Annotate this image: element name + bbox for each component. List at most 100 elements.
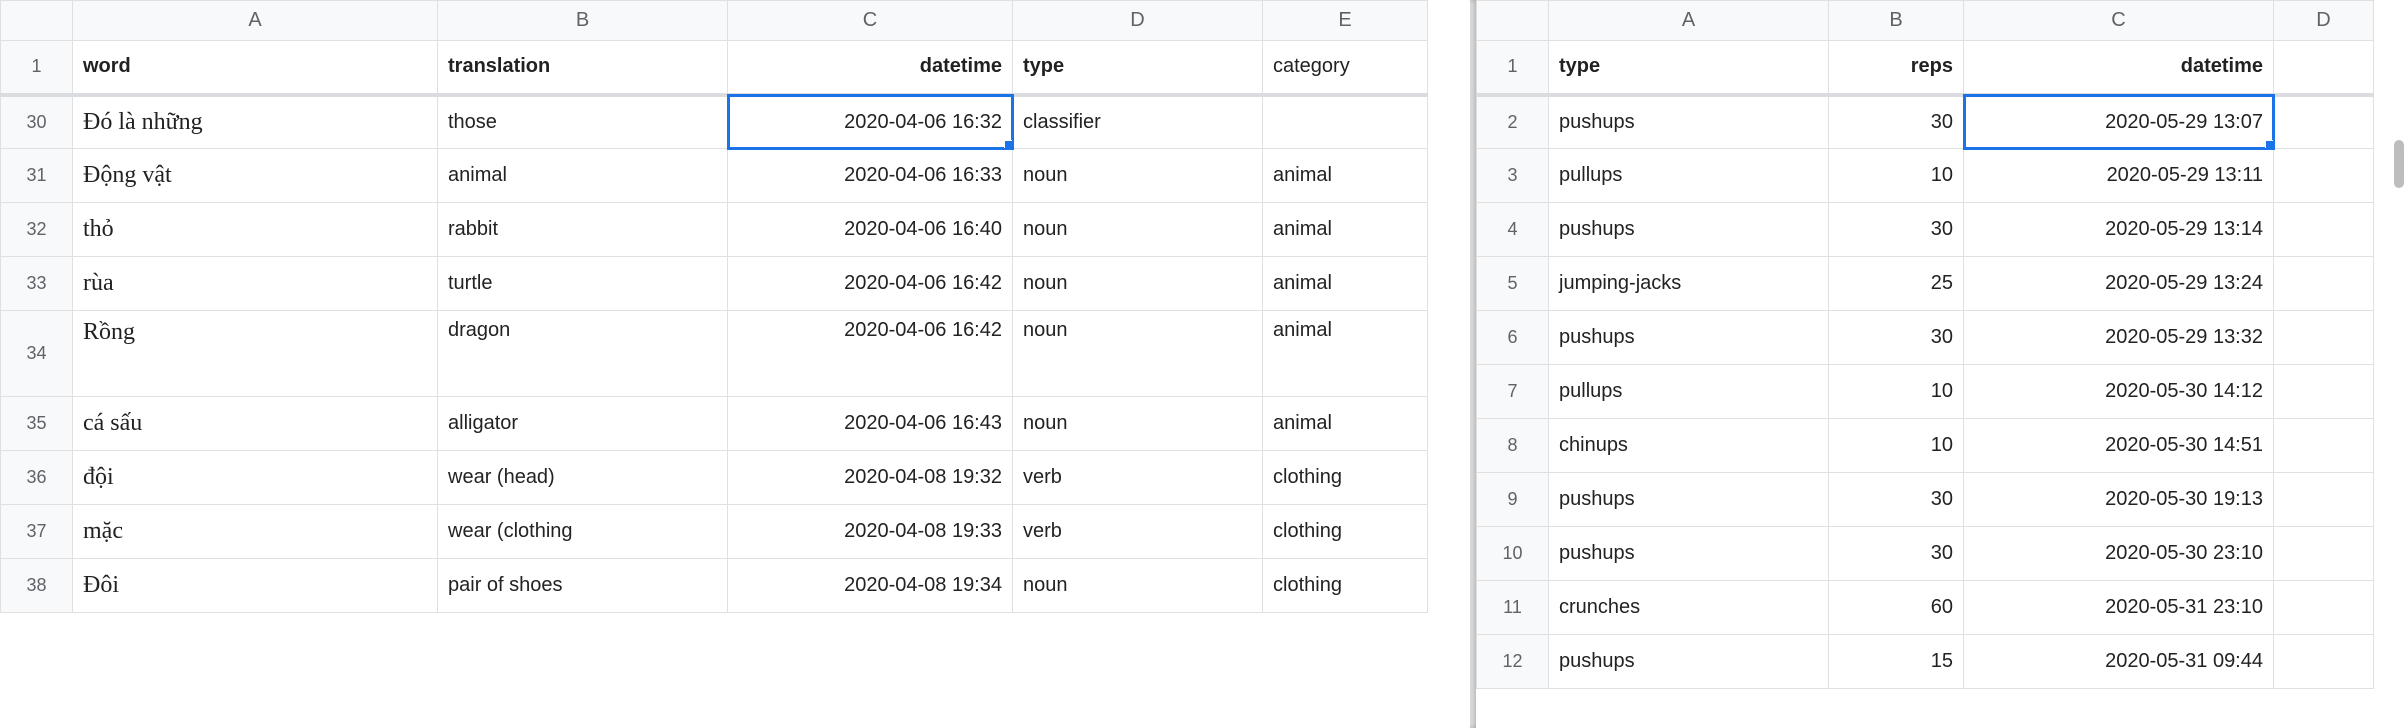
cell-A7[interactable]: pullups [1549, 365, 1829, 419]
cell-A31[interactable]: Động vật [73, 149, 438, 203]
col-header-A[interactable]: A [1549, 1, 1829, 41]
cell-C5[interactable]: 2020-05-29 13:24 [1964, 257, 2274, 311]
cell-A1[interactable]: word [73, 41, 438, 95]
cell-B30[interactable]: those [438, 95, 728, 149]
cell-C32[interactable]: 2020-04-06 16:40 [728, 203, 1013, 257]
cell-C37[interactable]: 2020-04-08 19:33 [728, 505, 1013, 559]
cell-D4[interactable] [2274, 203, 2374, 257]
cell-C9[interactable]: 2020-05-30 19:13 [1964, 473, 2274, 527]
row-header-37[interactable]: 37 [1, 505, 73, 559]
row-header-1[interactable]: 1 [1, 41, 73, 95]
cell-D1[interactable]: type [1013, 41, 1263, 95]
cell-C2[interactable]: 2020-05-29 13:07 [1964, 95, 2274, 149]
cell-E37[interactable]: clothing [1263, 505, 1428, 559]
cell-C31[interactable]: 2020-04-06 16:33 [728, 149, 1013, 203]
cell-B10[interactable]: 30 [1829, 527, 1964, 581]
row-header-35[interactable]: 35 [1, 397, 73, 451]
grid-left[interactable]: A B C D E 1 word translation datetime ty… [0, 0, 1428, 613]
cell-D32[interactable]: noun [1013, 203, 1263, 257]
cell-B7[interactable]: 10 [1829, 365, 1964, 419]
cell-D8[interactable] [2274, 419, 2374, 473]
cell-B8[interactable]: 10 [1829, 419, 1964, 473]
cell-D31[interactable]: noun [1013, 149, 1263, 203]
col-header-C[interactable]: C [728, 1, 1013, 41]
row-header-10[interactable]: 10 [1477, 527, 1549, 581]
col-header-B[interactable]: B [438, 1, 728, 41]
cell-A1[interactable]: type [1549, 41, 1829, 95]
cell-C1[interactable]: datetime [728, 41, 1013, 95]
cell-D6[interactable] [2274, 311, 2374, 365]
col-header-E[interactable]: E [1263, 1, 1428, 41]
cell-A10[interactable]: pushups [1549, 527, 1829, 581]
cell-A30[interactable]: Đó là những [73, 95, 438, 149]
cell-B12[interactable]: 15 [1829, 635, 1964, 689]
cell-D34[interactable]: noun [1013, 311, 1263, 397]
cell-C36[interactable]: 2020-04-08 19:32 [728, 451, 1013, 505]
cell-A34[interactable]: Rồng [73, 311, 438, 397]
cell-E35[interactable]: animal [1263, 397, 1428, 451]
cell-D3[interactable] [2274, 149, 2374, 203]
cell-B38[interactable]: pair of shoes [438, 559, 728, 613]
cell-B9[interactable]: 30 [1829, 473, 1964, 527]
cell-C33[interactable]: 2020-04-06 16:42 [728, 257, 1013, 311]
cell-A32[interactable]: thỏ [73, 203, 438, 257]
cell-C38[interactable]: 2020-04-08 19:34 [728, 559, 1013, 613]
cell-E31[interactable]: animal [1263, 149, 1428, 203]
cell-D9[interactable] [2274, 473, 2374, 527]
cell-C10[interactable]: 2020-05-30 23:10 [1964, 527, 2274, 581]
cell-D30[interactable]: classifier [1013, 95, 1263, 149]
row-header-8[interactable]: 8 [1477, 419, 1549, 473]
row-header-6[interactable]: 6 [1477, 311, 1549, 365]
row-header-5[interactable]: 5 [1477, 257, 1549, 311]
cell-B33[interactable]: turtle [438, 257, 728, 311]
row-header-7[interactable]: 7 [1477, 365, 1549, 419]
cell-A3[interactable]: pullups [1549, 149, 1829, 203]
cell-E30[interactable] [1263, 95, 1428, 149]
cell-E32[interactable]: animal [1263, 203, 1428, 257]
select-all-corner[interactable] [1, 1, 73, 41]
cell-B3[interactable]: 10 [1829, 149, 1964, 203]
cell-A38[interactable]: Đôi [73, 559, 438, 613]
cell-A36[interactable]: đội [73, 451, 438, 505]
cell-A2[interactable]: pushups [1549, 95, 1829, 149]
cell-A12[interactable]: pushups [1549, 635, 1829, 689]
row-header-12[interactable]: 12 [1477, 635, 1549, 689]
col-header-C[interactable]: C [1964, 1, 2274, 41]
grid-right[interactable]: A B C D 1 type reps datetime 2pushups302… [1476, 0, 2374, 689]
cell-D38[interactable]: noun [1013, 559, 1263, 613]
row-header-32[interactable]: 32 [1, 203, 73, 257]
row-header-2[interactable]: 2 [1477, 95, 1549, 149]
cell-B35[interactable]: alligator [438, 397, 728, 451]
cell-B36[interactable]: wear (head) [438, 451, 728, 505]
cell-D11[interactable] [2274, 581, 2374, 635]
cell-B34[interactable]: dragon [438, 311, 728, 397]
cell-A33[interactable]: rùa [73, 257, 438, 311]
col-header-D[interactable]: D [1013, 1, 1263, 41]
cell-B32[interactable]: rabbit [438, 203, 728, 257]
cell-C6[interactable]: 2020-05-29 13:32 [1964, 311, 2274, 365]
cell-D35[interactable]: noun [1013, 397, 1263, 451]
cell-B4[interactable]: 30 [1829, 203, 1964, 257]
row-header-11[interactable]: 11 [1477, 581, 1549, 635]
cell-B31[interactable]: animal [438, 149, 728, 203]
cell-B2[interactable]: 30 [1829, 95, 1964, 149]
cell-C8[interactable]: 2020-05-30 14:51 [1964, 419, 2274, 473]
col-header-D[interactable]: D [2274, 1, 2374, 41]
row-header-36[interactable]: 36 [1, 451, 73, 505]
select-all-corner[interactable] [1477, 1, 1549, 41]
cell-D10[interactable] [2274, 527, 2374, 581]
cell-A4[interactable]: pushups [1549, 203, 1829, 257]
cell-C3[interactable]: 2020-05-29 13:11 [1964, 149, 2274, 203]
cell-A37[interactable]: mặc [73, 505, 438, 559]
cell-D37[interactable]: verb [1013, 505, 1263, 559]
cell-D33[interactable]: noun [1013, 257, 1263, 311]
row-header-31[interactable]: 31 [1, 149, 73, 203]
cell-B6[interactable]: 30 [1829, 311, 1964, 365]
cell-C30[interactable]: 2020-04-06 16:32 [728, 95, 1013, 149]
cell-A35[interactable]: cá sấu [73, 397, 438, 451]
cell-B1[interactable]: translation [438, 41, 728, 95]
row-header-34[interactable]: 34 [1, 311, 73, 397]
cell-B1[interactable]: reps [1829, 41, 1964, 95]
cell-C1[interactable]: datetime [1964, 41, 2274, 95]
cell-A5[interactable]: jumping-jacks [1549, 257, 1829, 311]
